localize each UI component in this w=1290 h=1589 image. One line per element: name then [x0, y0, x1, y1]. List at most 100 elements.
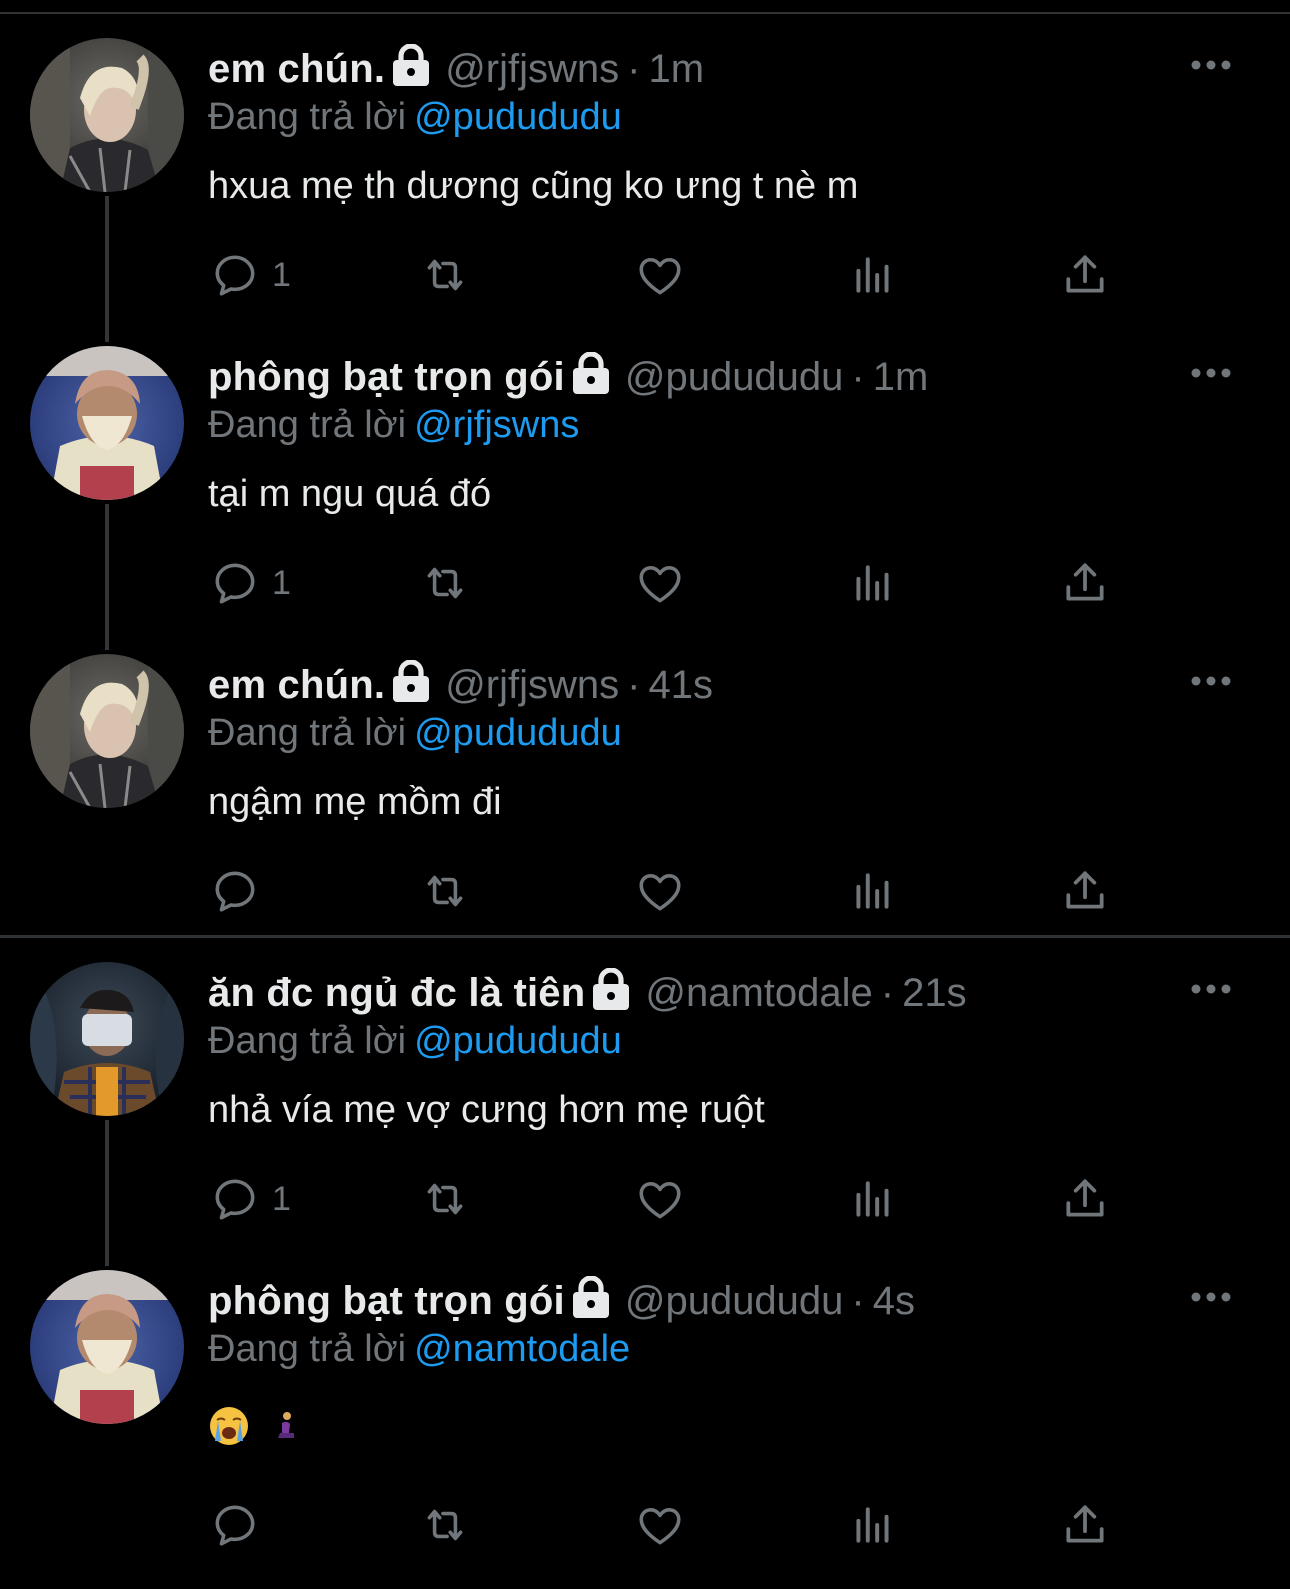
reply-icon — [215, 1505, 255, 1546]
retweet-button[interactable] — [420, 1172, 470, 1226]
views-button[interactable] — [848, 1172, 898, 1226]
tweet-text: nhả vía mẹ vợ cưng hơn mẹ ruột — [208, 1089, 765, 1131]
user-handle[interactable]: @pudududu — [625, 1279, 844, 1323]
avatar[interactable] — [30, 654, 184, 808]
like-icon — [639, 1182, 681, 1219]
separator: · — [627, 47, 641, 91]
share-button[interactable] — [1060, 1498, 1110, 1552]
lock-icon — [572, 1276, 609, 1318]
replying-to-label: Đang trả lời — [208, 712, 407, 754]
tweet[interactable]: phông bạt trọn gói @pudududu · 1m Đang trả … — [0, 346, 1290, 646]
views-icon — [856, 257, 889, 293]
avatar[interactable] — [30, 962, 184, 1116]
reply-button[interactable] — [210, 864, 272, 918]
timestamp[interactable]: 41s — [648, 663, 713, 707]
replying-to: Đang trả lời @rjfjswns — [208, 402, 579, 448]
reply-mention[interactable]: @pudududu — [414, 712, 622, 754]
views-icon — [856, 873, 889, 909]
reply-count: 1 — [272, 563, 291, 602]
share-icon — [1066, 563, 1104, 601]
views-button[interactable] — [848, 1498, 898, 1552]
views-button[interactable] — [848, 248, 898, 302]
like-button[interactable] — [635, 1498, 685, 1552]
replying-to-label: Đang trả lời — [208, 96, 407, 138]
reply-button[interactable] — [210, 1498, 272, 1552]
reply-icon — [215, 1179, 255, 1220]
user-handle[interactable]: @rjfjswns — [445, 663, 619, 707]
reply-button[interactable]: 1 — [210, 248, 291, 302]
retweet-button[interactable] — [420, 556, 470, 610]
replying-to: Đang trả lời @pudududu — [208, 1018, 622, 1064]
tweet-actions — [0, 1498, 1290, 1558]
tweet[interactable]: em chún. @rjfjswns · 1m Đang trả lời @pududu… — [0, 38, 1290, 338]
share-icon — [1066, 1505, 1104, 1543]
tweet[interactable]: ăn đc ngủ đc là tiên @namtodale · 21s Đang … — [0, 962, 1290, 1262]
tweet-emojis — [208, 1405, 298, 1447]
kneeling-person-emoji — [278, 1412, 295, 1438]
like-button[interactable] — [635, 248, 685, 302]
retweet-icon — [427, 1183, 463, 1215]
more-icon[interactable] — [1190, 982, 1232, 996]
share-icon — [1066, 1179, 1104, 1217]
user-handle[interactable]: @pudududu — [625, 355, 844, 399]
user-handle[interactable]: @rjfjswns — [445, 47, 619, 91]
like-button[interactable] — [635, 864, 685, 918]
timestamp[interactable]: 4s — [873, 1279, 915, 1323]
reply-mention[interactable]: @namtodale — [414, 1328, 630, 1370]
more-icon[interactable] — [1190, 1290, 1232, 1304]
replying-to: Đang trả lời @pudududu — [208, 710, 622, 756]
display-name[interactable]: ăn đc ngủ đc là tiên — [208, 971, 585, 1015]
retweet-icon — [427, 567, 463, 599]
reply-mention[interactable]: @pudududu — [414, 96, 622, 138]
share-button[interactable] — [1060, 1172, 1110, 1226]
avatar[interactable] — [30, 346, 184, 500]
reply-icon — [215, 563, 255, 604]
tweet-actions: 1 — [0, 1172, 1290, 1232]
avatar[interactable] — [30, 38, 184, 192]
display-name[interactable]: phông bạt trọn gói — [208, 1279, 565, 1323]
share-button[interactable] — [1060, 556, 1110, 610]
more-icon[interactable] — [1190, 58, 1232, 72]
like-icon — [639, 258, 681, 295]
views-icon — [856, 1181, 889, 1217]
display-name[interactable]: em chún. — [208, 47, 385, 91]
retweet-button[interactable] — [420, 1498, 470, 1552]
views-icon — [856, 565, 889, 601]
like-button[interactable] — [635, 556, 685, 610]
tweet[interactable]: phông bạt trọn gói @pudududu · 4s Đang trả … — [0, 1270, 1290, 1589]
retweet-button[interactable] — [420, 248, 470, 302]
timestamp[interactable]: 21s — [902, 971, 967, 1015]
avatar[interactable] — [30, 1270, 184, 1424]
like-icon — [639, 874, 681, 911]
retweet-button[interactable] — [420, 864, 470, 918]
views-button[interactable] — [848, 556, 898, 610]
top-divider — [0, 12, 1290, 14]
separator: · — [851, 355, 865, 399]
lock-icon — [393, 660, 430, 702]
retweet-icon — [427, 1509, 463, 1541]
reply-icon — [215, 871, 255, 912]
reply-count: 1 — [272, 255, 291, 294]
lock-icon — [572, 352, 609, 394]
reply-button[interactable]: 1 — [210, 1172, 291, 1226]
display-name[interactable]: phông bạt trọn gói — [208, 355, 565, 399]
reply-mention[interactable]: @pudududu — [414, 1020, 622, 1062]
user-handle[interactable]: @namtodale — [645, 971, 872, 1015]
like-button[interactable] — [635, 1172, 685, 1226]
reply-button[interactable]: 1 — [210, 556, 291, 610]
crying-face-emoji — [210, 1407, 248, 1445]
tweet[interactable]: em chún. @rjfjswns · 41s Đang trả lời @pudud… — [0, 654, 1290, 954]
like-icon — [639, 566, 681, 603]
timestamp[interactable]: 1m — [873, 355, 929, 399]
more-icon[interactable] — [1190, 674, 1232, 688]
share-icon — [1066, 871, 1104, 909]
share-button[interactable] — [1060, 864, 1110, 918]
share-button[interactable] — [1060, 248, 1110, 302]
timestamp[interactable]: 1m — [648, 47, 704, 91]
tweet-actions: 1 — [0, 248, 1290, 308]
more-icon[interactable] — [1190, 366, 1232, 380]
display-name[interactable]: em chún. — [208, 663, 385, 707]
views-button[interactable] — [848, 864, 898, 918]
reply-icon — [215, 255, 255, 296]
reply-mention[interactable]: @rjfjswns — [414, 404, 579, 446]
